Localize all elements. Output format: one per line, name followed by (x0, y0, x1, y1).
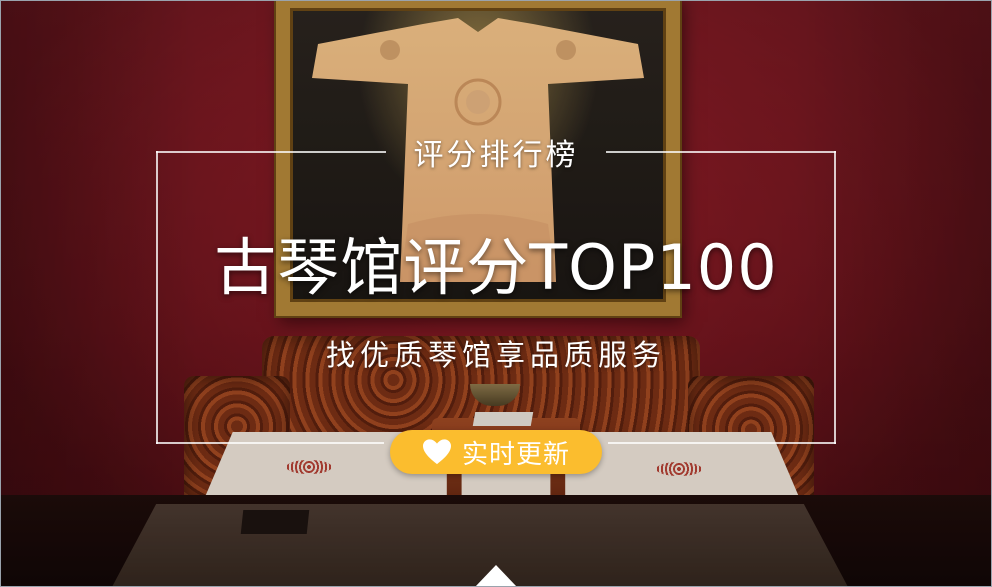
heart-icon (422, 439, 451, 465)
ranking-label: 评分排行榜 (413, 138, 579, 173)
box-bottom-right-line (608, 442, 836, 444)
ranking-banner[interactable]: 评分排行榜 古琴馆评分TOP100 找优质琴馆享品质服务 实时更新 (0, 0, 992, 587)
box-bottom-left-line (156, 442, 384, 444)
box-top-left-line (156, 151, 386, 153)
box-top-right-line (606, 151, 836, 153)
caret-up-icon (475, 565, 517, 587)
badge-label: 实时更新 (461, 439, 570, 470)
banner-subtitle: 找优质琴馆享品质服务 (325, 338, 666, 372)
realtime-update-button[interactable]: 实时更新 (390, 430, 602, 474)
banner-headline: 古琴馆评分TOP100 (214, 231, 778, 304)
